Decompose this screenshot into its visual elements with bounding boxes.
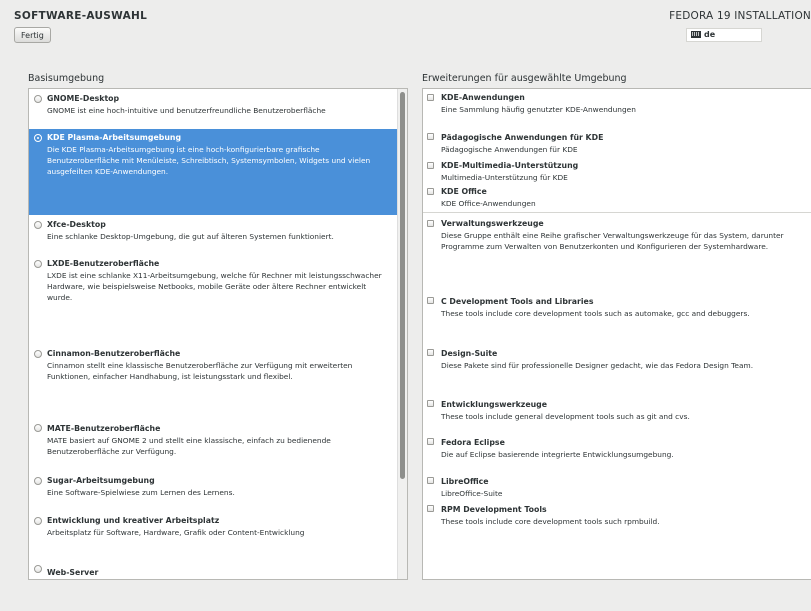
environment-title: LXDE-Benutzeroberfläche — [47, 259, 160, 268]
environment-radio[interactable] — [34, 517, 42, 525]
base-environment-heading: Basisumgebung — [28, 73, 105, 84]
environment-title: Cinnamon-Benutzeroberfläche — [47, 349, 181, 358]
addon-item-kde-education[interactable]: Pädagogische Anwendungen für KDE Pädagog… — [423, 129, 811, 157]
addon-item-rpm-development[interactable]: RPM Development Tools These tools includ… — [423, 501, 811, 541]
addon-checkbox[interactable] — [427, 188, 434, 195]
install-title: FEDORA 19 INSTALLATION — [669, 10, 811, 22]
addon-checkbox[interactable] — [427, 297, 434, 304]
environment-item-kde-plasma[interactable]: KDE Plasma-Arbeitsumgebung Die KDE Plasm… — [29, 129, 397, 215]
addon-description: These tools include general development … — [441, 412, 690, 421]
addons-list[interactable]: KDE-Anwendungen Eine Sammlung häufig gen… — [422, 88, 811, 580]
addon-title: Pädagogische Anwendungen für KDE — [441, 133, 604, 142]
environment-description: LXDE ist eine schlanke X11-Arbeitsumgebu… — [47, 271, 382, 302]
done-button[interactable]: Fertig — [14, 27, 51, 43]
environment-description: Eine schlanke Desktop-Umgebung, die gut … — [47, 232, 334, 241]
addon-title: LibreOffice — [441, 477, 489, 486]
environment-title: Entwicklung und kreativer Arbeitsplatz — [47, 516, 220, 525]
addon-checkbox[interactable] — [427, 477, 434, 484]
addon-checkbox[interactable] — [427, 349, 434, 356]
addon-description: Pädagogische Anwendungen für KDE — [441, 145, 578, 154]
environment-description: MATE basiert auf GNOME 2 und stellt eine… — [47, 436, 331, 456]
environment-item-cinnamon[interactable]: Cinnamon-Benutzeroberfläche Cinnamon ste… — [29, 343, 397, 421]
addon-checkbox[interactable] — [427, 505, 434, 512]
environment-item-xfce[interactable]: Xfce-Desktop Eine schlanke Desktop-Umgeb… — [29, 215, 397, 253]
addon-item-design-suite[interactable]: Design-Suite Diese Pakete sind für profe… — [423, 345, 811, 397]
environment-radio[interactable] — [34, 477, 42, 485]
environment-item-web-server[interactable]: Web-Server — [29, 561, 397, 579]
environment-item-gnome[interactable]: GNOME-Desktop GNOME ist eine hoch-intuit… — [29, 89, 397, 129]
addon-title: KDE-Anwendungen — [441, 93, 525, 102]
addon-description: LibreOffice-Suite — [441, 489, 503, 498]
addon-item-kde-office[interactable]: KDE Office KDE Office-Anwendungen — [423, 183, 811, 212]
addon-checkbox[interactable] — [427, 220, 434, 227]
addon-checkbox[interactable] — [427, 133, 434, 140]
keyboard-icon — [691, 31, 701, 38]
environment-description: Die KDE Plasma-Arbeitsumgebung ist eine … — [47, 145, 371, 176]
environment-radio[interactable] — [34, 134, 42, 142]
keyboard-layout-indicator[interactable]: de — [686, 28, 762, 42]
addon-item-fedora-eclipse[interactable]: Fedora Eclipse Die auf Eclipse basierend… — [423, 435, 811, 473]
addon-item-kde-multimedia[interactable]: KDE-Multimedia-Unterstützung Multimedia-… — [423, 157, 811, 183]
addon-checkbox[interactable] — [427, 162, 434, 169]
addon-item-c-development[interactable]: C Development Tools and Libraries These … — [423, 293, 811, 345]
addon-description: Multimedia-Unterstützung für KDE — [441, 173, 568, 182]
addon-checkbox[interactable] — [427, 400, 434, 407]
addon-description: These tools include core development too… — [441, 517, 660, 526]
addon-description: Diese Pakete sind für professionelle Des… — [441, 361, 754, 370]
environment-description: Arbeitsplatz für Software, Hardware, Gra… — [47, 528, 305, 537]
environment-item-development-workstation[interactable]: Entwicklung und kreativer Arbeitsplatz A… — [29, 513, 397, 561]
environment-description: Cinnamon stellt eine klassische Benutzer… — [47, 361, 353, 381]
environment-title: Xfce-Desktop — [47, 220, 106, 229]
environment-item-sugar[interactable]: Sugar-Arbeitsumgebung Eine Software-Spie… — [29, 473, 397, 513]
addon-checkbox[interactable] — [427, 438, 434, 445]
base-environment-list[interactable]: GNOME-Desktop GNOME ist eine hoch-intuit… — [28, 88, 408, 580]
environment-title: Sugar-Arbeitsumgebung — [47, 476, 155, 485]
environment-title: MATE-Benutzeroberfläche — [47, 424, 161, 433]
environment-radio[interactable] — [34, 95, 42, 103]
addon-checkbox[interactable] — [427, 94, 434, 101]
addon-title: Design-Suite — [441, 349, 498, 358]
environment-item-mate[interactable]: MATE-Benutzeroberfläche MATE basiert auf… — [29, 421, 397, 473]
addon-title: C Development Tools and Libraries — [441, 297, 594, 306]
environment-radio[interactable] — [34, 260, 42, 268]
environment-radio[interactable] — [34, 424, 42, 432]
environment-scrollbar[interactable] — [397, 89, 407, 579]
addon-description: KDE Office-Anwendungen — [441, 199, 536, 208]
environment-item-lxde[interactable]: LXDE-Benutzeroberfläche LXDE ist eine sc… — [29, 253, 397, 343]
scrollbar-thumb[interactable] — [400, 92, 405, 479]
addon-title: Verwaltungswerkzeuge — [441, 219, 544, 228]
environment-description: Eine Software-Spielwiese zum Lernen des … — [47, 488, 235, 497]
addons-heading: Erweiterungen für ausgewählte Umgebung — [422, 73, 627, 84]
addon-title: Entwicklungswerkzeuge — [441, 400, 548, 409]
keyboard-layout-label: de — [704, 30, 716, 39]
header-bar: SOFTWARE-AUSWAHL Fertig FEDORA 19 INSTAL… — [0, 0, 811, 62]
environment-radio[interactable] — [34, 221, 42, 229]
environment-title: GNOME-Desktop — [47, 94, 120, 103]
addon-title: KDE Office — [441, 187, 487, 196]
environment-description: GNOME ist eine hoch-intuitive und benutz… — [47, 106, 326, 115]
environment-title: KDE Plasma-Arbeitsumgebung — [47, 133, 182, 142]
addon-description: Eine Sammlung häufig genutzter KDE-Anwen… — [441, 105, 636, 114]
addon-item-development-tools[interactable]: Entwicklungswerkzeuge These tools includ… — [423, 397, 811, 435]
addon-title: RPM Development Tools — [441, 505, 547, 514]
addon-item-kde-apps[interactable]: KDE-Anwendungen Eine Sammlung häufig gen… — [423, 89, 811, 129]
environment-radio[interactable] — [34, 350, 42, 358]
page-title: SOFTWARE-AUSWAHL — [14, 10, 148, 22]
addon-title: Fedora Eclipse — [441, 438, 505, 447]
addon-title: KDE-Multimedia-Unterstützung — [441, 161, 579, 170]
addon-item-admin-tools[interactable]: Verwaltungswerkzeuge Diese Gruppe enthäl… — [423, 213, 811, 293]
environment-radio[interactable] — [34, 565, 42, 573]
addon-description: Die auf Eclipse basierende integrierte E… — [441, 450, 674, 459]
addon-item-libreoffice[interactable]: LibreOffice LibreOffice-Suite — [423, 473, 811, 501]
addon-description: These tools include core development too… — [441, 309, 750, 318]
environment-title: Web-Server — [47, 568, 99, 577]
addon-description: Diese Gruppe enthält eine Reihe grafisch… — [441, 231, 784, 251]
